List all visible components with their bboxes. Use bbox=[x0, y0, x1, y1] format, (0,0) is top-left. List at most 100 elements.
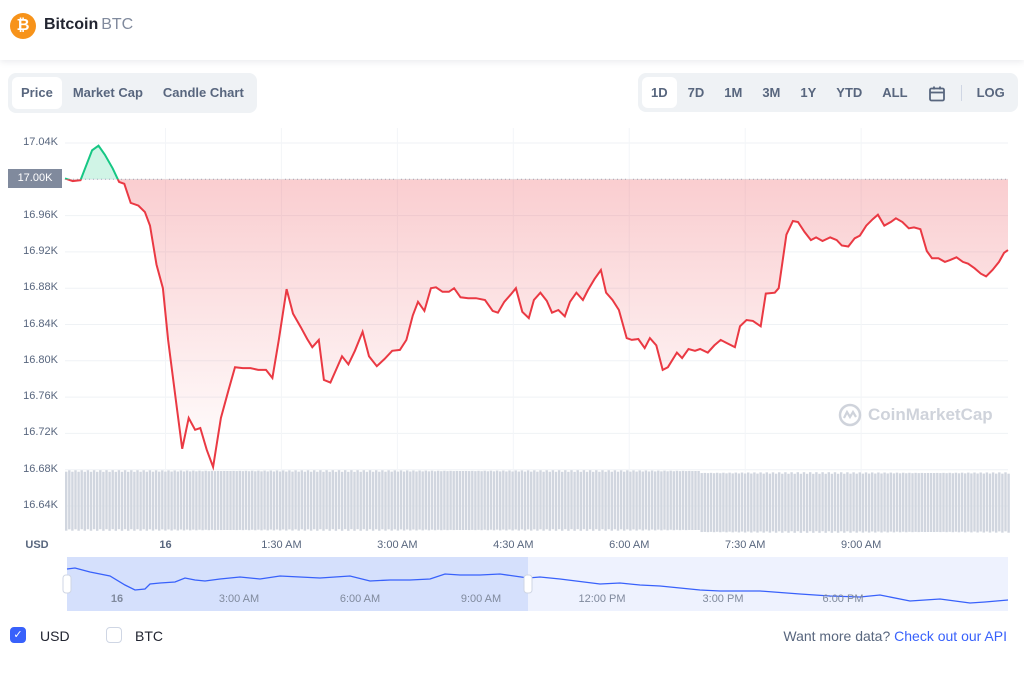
volume-bar bbox=[452, 471, 455, 531]
volume-bar bbox=[914, 472, 917, 532]
api-link[interactable]: Check out our API bbox=[894, 628, 1007, 644]
volume-bar bbox=[427, 471, 431, 531]
navigator-tick-label: 6:00 PM bbox=[822, 593, 864, 605]
volume-bar bbox=[272, 471, 276, 531]
volume-bar bbox=[145, 471, 148, 531]
volume-bar bbox=[567, 471, 570, 531]
volume-bar bbox=[179, 470, 183, 530]
volume-bar bbox=[65, 471, 68, 531]
volume-bar bbox=[678, 471, 682, 531]
volume-bar bbox=[123, 470, 127, 530]
volume-bar bbox=[564, 470, 567, 530]
volume-bar bbox=[1001, 473, 1004, 533]
volume-bar bbox=[533, 470, 536, 530]
volume-bar bbox=[843, 473, 846, 533]
volume-bar bbox=[988, 473, 992, 533]
volume-bar bbox=[455, 470, 458, 530]
volume-bar bbox=[530, 471, 533, 531]
volume-bar bbox=[787, 473, 790, 533]
api-promo: Want more data? Check out our API bbox=[783, 628, 1007, 644]
volume-bar bbox=[99, 470, 102, 530]
navigator-handle[interactable] bbox=[62, 574, 72, 594]
volume-bar bbox=[647, 471, 651, 531]
volume-bar bbox=[815, 472, 818, 532]
volume-bar bbox=[641, 471, 644, 531]
navigator-selection bbox=[67, 557, 528, 611]
volume-bar bbox=[189, 471, 192, 531]
volume-bar bbox=[836, 473, 840, 533]
volume-bar bbox=[294, 470, 297, 530]
volume-bar bbox=[387, 470, 390, 530]
x-tick-label: 3:00 AM bbox=[377, 539, 418, 551]
volume-bar bbox=[957, 473, 961, 533]
volume-bar bbox=[824, 473, 827, 533]
volume-bar bbox=[1004, 472, 1007, 532]
volume-bar bbox=[933, 473, 936, 533]
volume-bar bbox=[548, 471, 551, 531]
volume-bar bbox=[263, 470, 266, 530]
volume-bar bbox=[880, 473, 883, 533]
volume-bar bbox=[313, 470, 316, 530]
volume-bar bbox=[210, 470, 214, 530]
volume-bar bbox=[508, 470, 511, 530]
price-chart[interactable] bbox=[0, 0, 1024, 678]
volume-bar bbox=[133, 471, 136, 531]
usd-checkbox[interactable]: ✓ bbox=[10, 627, 26, 643]
volume-bar bbox=[592, 471, 595, 531]
volume-bar bbox=[71, 471, 74, 531]
volume-bar bbox=[799, 473, 803, 533]
volume-bar bbox=[681, 470, 685, 530]
volume-bar bbox=[356, 470, 359, 530]
volume-bar bbox=[809, 472, 812, 532]
volume-bar bbox=[297, 471, 300, 531]
volume-bar bbox=[973, 472, 976, 532]
volume-bar bbox=[753, 472, 756, 532]
volume-bar bbox=[393, 470, 396, 530]
volume-bar bbox=[607, 470, 610, 530]
volume-bar bbox=[415, 471, 418, 531]
volume-bar bbox=[511, 471, 514, 531]
volume-bar bbox=[802, 472, 806, 532]
volume-bar bbox=[437, 470, 440, 530]
volume-bar bbox=[805, 473, 809, 533]
volume-bar bbox=[570, 470, 573, 530]
volume-bar bbox=[213, 471, 217, 531]
volume-bar bbox=[685, 471, 688, 531]
watermark-text: CoinMarketCap bbox=[868, 405, 993, 424]
volume-bar bbox=[719, 473, 722, 533]
volume-bar bbox=[790, 472, 793, 532]
volume-bar bbox=[598, 471, 601, 531]
volume-bar bbox=[322, 471, 325, 531]
volume-bar bbox=[495, 470, 499, 530]
volume-bar bbox=[102, 471, 105, 531]
usd-label: USD bbox=[40, 628, 70, 644]
volume-bar bbox=[991, 472, 995, 532]
volume-bar bbox=[170, 471, 173, 531]
volume-bar bbox=[251, 470, 254, 530]
volume-bar bbox=[691, 471, 694, 531]
volume-bar bbox=[350, 470, 353, 530]
volume-bar bbox=[89, 471, 93, 531]
volume-bar bbox=[282, 470, 285, 530]
volume-bar bbox=[325, 470, 328, 530]
volume-bar bbox=[316, 471, 319, 531]
volume-bar bbox=[117, 470, 121, 530]
volume-bar bbox=[926, 472, 930, 532]
navigator-handle[interactable] bbox=[523, 574, 533, 594]
volume-bar bbox=[945, 473, 948, 533]
volume-bar bbox=[136, 470, 139, 530]
volume-bar bbox=[244, 470, 248, 530]
volume-bar bbox=[303, 471, 307, 531]
volume-bar bbox=[300, 470, 303, 530]
volume-bar bbox=[80, 470, 83, 530]
volume-bar bbox=[669, 470, 672, 530]
volume-bar bbox=[198, 470, 201, 530]
volume-bar bbox=[489, 470, 493, 530]
volume-bar bbox=[818, 473, 821, 533]
volume-bar bbox=[660, 471, 663, 531]
btc-checkbox[interactable] bbox=[106, 627, 122, 643]
volume-bar bbox=[675, 470, 679, 530]
volume-bar bbox=[347, 471, 350, 531]
volume-bar bbox=[257, 470, 260, 530]
volume-bar bbox=[399, 470, 403, 530]
